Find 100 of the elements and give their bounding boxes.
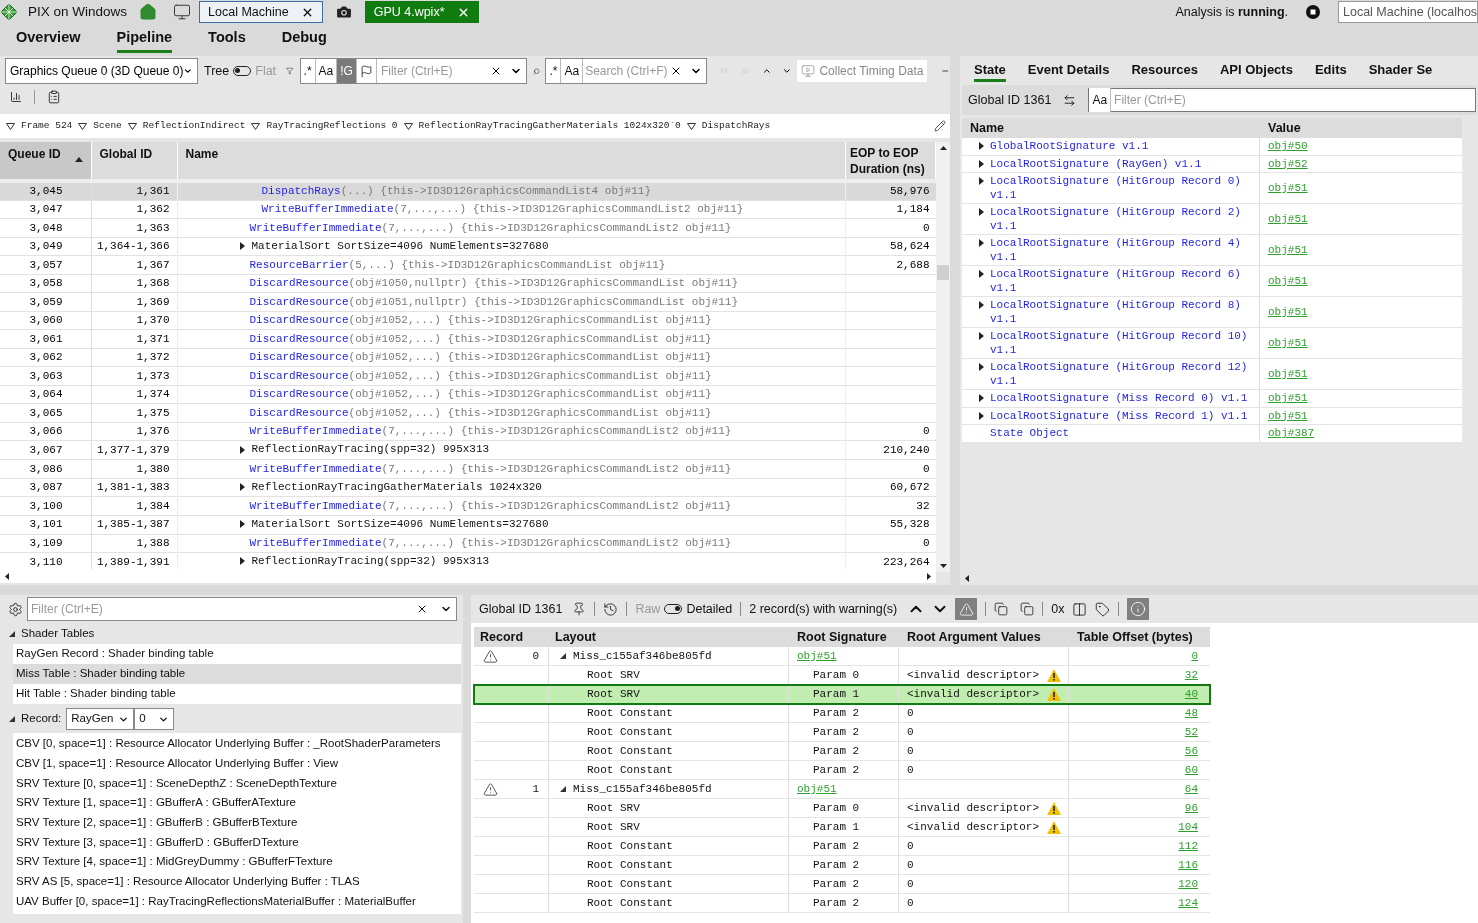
- warning-filter-button[interactable]: [955, 598, 978, 620]
- columns-icon[interactable]: [1072, 601, 1088, 617]
- panel-tab[interactable]: Resources: [1131, 59, 1198, 82]
- object-link[interactable]: obj#51: [1268, 365, 1308, 383]
- tag-icon[interactable]: [1095, 601, 1111, 617]
- vertical-scrollbar[interactable]: [936, 142, 950, 572]
- breadcrumb-item[interactable]: Scene: [93, 118, 122, 134]
- offset-link[interactable]: 104: [1178, 818, 1198, 836]
- panel-tab[interactable]: API Objects: [1219, 59, 1293, 82]
- nav-tab[interactable]: Debug: [281, 27, 327, 53]
- expanded-triangle-icon[interactable]: [559, 652, 567, 660]
- binding-item[interactable]: SRV Texture [1, space=1] : GBufferA : GBufferATexture: [13, 793, 461, 813]
- record-index-dropdown[interactable]: 0: [134, 708, 175, 730]
- collapsed-triangle-icon[interactable]: [977, 363, 985, 371]
- filter-field[interactable]: Filter (Ctrl+E): [1111, 89, 1475, 111]
- nav-tab[interactable]: Pipeline: [116, 27, 173, 53]
- collapsed-triangle-icon[interactable]: [237, 241, 246, 250]
- collapsed-triangle-icon[interactable]: [237, 445, 246, 454]
- queue-dropdown[interactable]: Graphics Queue 0 (3D Queue 0): [5, 58, 198, 84]
- collapsed-triangle-icon[interactable]: [237, 557, 246, 566]
- offset-link[interactable]: 48: [1184, 704, 1198, 722]
- search-box[interactable]: .* Aa Search (Ctrl+F): [545, 58, 708, 84]
- object-link[interactable]: obj#50: [1268, 138, 1308, 155]
- horizontal-scrollbar[interactable]: [0, 569, 936, 583]
- column-header[interactable]: Root Signature: [789, 627, 899, 647]
- panel-tab[interactable]: Shader Se: [1368, 59, 1433, 82]
- view-option[interactable]: Detailed: [686, 599, 733, 619]
- collapsed-triangle-icon[interactable]: [237, 520, 246, 528]
- document-tab[interactable]: Local Machine: [199, 1, 323, 23]
- sync-icon[interactable]: [1063, 93, 1077, 107]
- nav-tab[interactable]: Overview: [16, 27, 81, 53]
- collapsed-triangle-icon[interactable]: [977, 159, 985, 168]
- column-header[interactable]: Table Offset (bytes): [1069, 627, 1210, 647]
- collapsed-triangle-icon[interactable]: [237, 482, 246, 491]
- record-row[interactable]: Root Constant Param 2 0 120: [474, 875, 1210, 894]
- edit-icon[interactable]: [934, 120, 946, 132]
- object-link[interactable]: obj#51: [1268, 334, 1308, 352]
- object-link[interactable]: obj#51: [1268, 210, 1308, 228]
- record-row[interactable]: 1 Miss_c155af346be805fd obj#51 64: [474, 780, 1210, 799]
- down-triangle-icon[interactable]: [127, 122, 137, 130]
- record-row[interactable]: Root SRV Param 1 <invalid descriptor> 104: [474, 818, 1210, 837]
- toggle-button[interactable]: !G: [337, 59, 357, 83]
- object-link[interactable]: obj#51: [789, 647, 837, 665]
- record-row[interactable]: Root Constant Param 2 0 52: [474, 723, 1210, 742]
- record-row[interactable]: Root Constant Param 2 0 124: [474, 894, 1210, 913]
- offset-link[interactable]: 0: [1191, 647, 1198, 665]
- offset-link[interactable]: 60: [1184, 761, 1198, 779]
- collapsed-triangle-icon[interactable]: [977, 208, 985, 216]
- clear-icon[interactable]: [416, 603, 428, 615]
- breadcrumb-item[interactable]: RayTracingReflections 0: [266, 118, 398, 134]
- offset-link[interactable]: 112: [1178, 837, 1198, 855]
- record-row[interactable]: Root Constant Param 2 0 48: [474, 704, 1210, 723]
- down-triangle-icon[interactable]: [403, 122, 413, 130]
- view-option[interactable]: Tree: [204, 61, 230, 81]
- history-icon[interactable]: [603, 601, 619, 617]
- chart-icon[interactable]: [10, 91, 22, 103]
- column-header[interactable]: Value: [1260, 118, 1462, 138]
- collapsed-triangle-icon[interactable]: [977, 394, 985, 402]
- record-row[interactable]: Root Constant Param 2 0 56: [474, 742, 1210, 761]
- expand-all-icon[interactable]: [994, 602, 1009, 616]
- collapsed-triangle-icon[interactable]: [977, 332, 985, 340]
- object-link[interactable]: obj#387: [1268, 425, 1315, 442]
- scrollbar-thumb[interactable]: [937, 264, 949, 280]
- hex-toggle[interactable]: 0x: [1051, 599, 1065, 619]
- column-header[interactable]: Global ID: [91, 142, 177, 181]
- binding-item[interactable]: SRV Texture [4, space=1] : MidGreyDummy : GBufferFTexture: [13, 852, 461, 872]
- down-triangle-icon[interactable]: [78, 122, 88, 130]
- binding-item[interactable]: SRV Texture [2, space=1] : GBufferB : GBufferBTexture: [13, 812, 461, 833]
- record-row[interactable]: Root Constant Param 2 0 116: [474, 856, 1210, 875]
- home-icon[interactable]: [139, 3, 158, 21]
- toggle-button[interactable]: Aa: [315, 59, 338, 83]
- offset-link[interactable]: 32: [1184, 666, 1198, 684]
- toggle-button[interactable]: Aa: [1089, 88, 1112, 112]
- record-row[interactable]: Root SRV Param 1 <invalid descriptor> 40: [474, 685, 1210, 704]
- object-link[interactable]: obj#51: [1268, 272, 1308, 290]
- toggle-button[interactable]: Aa: [561, 59, 584, 83]
- panel-tab[interactable]: State: [974, 59, 1006, 82]
- collapsed-triangle-icon[interactable]: [977, 142, 985, 150]
- scroll-down-icon[interactable]: [939, 564, 947, 568]
- record-row[interactable]: Root Constant Param 2 0 60: [474, 761, 1210, 780]
- object-link[interactable]: obj#51: [1268, 407, 1308, 424]
- record-row[interactable]: Root Constant Param 2 0 112: [474, 837, 1210, 856]
- offset-link[interactable]: 52: [1184, 723, 1198, 741]
- down-triangle-icon[interactable]: [6, 122, 15, 130]
- filter-box[interactable]: Filter (Ctrl+E): [27, 597, 457, 621]
- object-link[interactable]: obj#51: [789, 780, 837, 798]
- filter-box[interactable]: .* Aa !G Filter (Ctrl+E): [299, 58, 527, 84]
- flag-icon[interactable]: [359, 64, 373, 78]
- object-link[interactable]: obj#51: [1268, 241, 1308, 259]
- breadcrumb-item[interactable]: ReflectionIndirect: [142, 118, 246, 134]
- pin-icon[interactable]: [572, 602, 587, 616]
- collapse-all-icon[interactable]: [1020, 602, 1035, 616]
- binding-item[interactable]: UAV Buffer [0, space=1] : RayTracingReflectionsMaterialBuffer : MaterialBuffer: [13, 891, 461, 912]
- offset-link[interactable]: 116: [1178, 856, 1198, 874]
- expanded-triangle-icon[interactable]: [8, 630, 16, 638]
- offset-link[interactable]: 120: [1178, 875, 1198, 893]
- stop-icon[interactable]: [1306, 5, 1320, 19]
- document-tab[interactable]: GPU 4.wpix*: [364, 1, 479, 23]
- object-link[interactable]: obj#51: [1268, 179, 1308, 197]
- filter-field[interactable]: Filter (Ctrl+E): [375, 59, 490, 83]
